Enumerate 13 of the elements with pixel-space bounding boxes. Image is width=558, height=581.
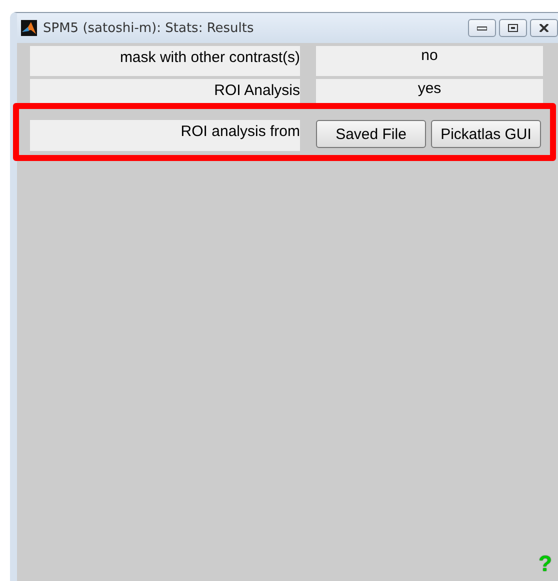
field-value: no xyxy=(316,46,543,76)
field-label: ROI analysis from xyxy=(30,120,300,151)
app-logo-icon xyxy=(21,20,37,36)
close-button[interactable] xyxy=(530,19,558,37)
maximize-icon xyxy=(508,24,518,32)
option-button[interactable]: Pickatlas GUI xyxy=(431,120,541,148)
field-label: mask with other contrast(s) xyxy=(30,46,300,76)
option-button[interactable]: Saved File xyxy=(316,120,426,148)
maximize-button[interactable] xyxy=(499,19,527,37)
window-title: SPM5 (satoshi-m): Stats: Results xyxy=(43,20,255,36)
minimize-icon xyxy=(477,25,487,31)
close-icon xyxy=(539,24,549,32)
minimize-button[interactable] xyxy=(468,19,496,37)
